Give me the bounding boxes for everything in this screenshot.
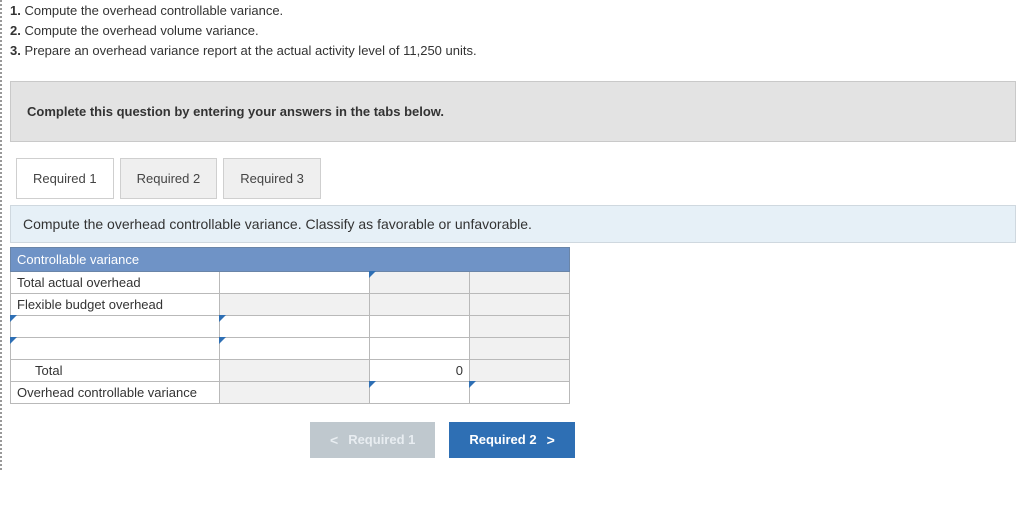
disabled-cell — [470, 272, 570, 294]
input-label-cell[interactable] — [10, 316, 220, 338]
next-tab-label: Required 2 — [469, 432, 536, 447]
tab-required-1[interactable]: Required 1 — [16, 158, 114, 199]
disabled-cell — [470, 360, 570, 382]
tabs-row: Required 1 Required 2 Required 3 — [10, 158, 1016, 199]
instruction-1-text: Compute the overhead controllable varian… — [21, 3, 283, 18]
total-value-cell: 0 — [370, 360, 470, 382]
row-label-flexible-budget: Flexible budget overhead — [10, 294, 220, 316]
disabled-cell — [220, 360, 370, 382]
table-row: Overhead controllable variance — [10, 382, 570, 404]
tab-instruction: Compute the overhead controllable varian… — [10, 205, 1016, 243]
prev-tab-button: < Required 1 — [310, 422, 435, 458]
input-cell[interactable] — [370, 338, 470, 360]
instruction-2-num: 2. — [10, 23, 21, 38]
next-tab-button[interactable]: Required 2 > — [449, 422, 574, 458]
disabled-cell — [220, 382, 370, 404]
table-row: Flexible budget overhead — [10, 294, 570, 316]
input-cell[interactable] — [220, 338, 370, 360]
instruction-list: 1. Compute the overhead controllable var… — [10, 0, 1016, 81]
tab-required-3[interactable]: Required 3 — [223, 158, 321, 199]
instruction-3-num: 3. — [10, 43, 21, 58]
disabled-cell — [370, 272, 470, 294]
prompt-banner: Complete this question by entering your … — [10, 81, 1016, 142]
table-header: Controllable variance — [10, 247, 570, 272]
input-cell[interactable] — [220, 272, 370, 294]
chevron-right-icon: > — [547, 432, 555, 448]
disabled-cell — [470, 338, 570, 360]
input-cell[interactable] — [470, 382, 570, 404]
disabled-cell — [220, 294, 370, 316]
table-row-total: Total 0 — [10, 360, 570, 382]
controllable-variance-table: Controllable variance Total actual overh… — [10, 247, 570, 404]
instruction-1-num: 1. — [10, 3, 21, 18]
input-cell[interactable] — [370, 316, 470, 338]
tab-nav-buttons: < Required 1 Required 2 > — [10, 422, 1016, 458]
input-cell[interactable] — [370, 382, 470, 404]
chevron-left-icon: < — [330, 432, 338, 448]
disabled-cell — [370, 294, 470, 316]
row-label-total: Total — [10, 360, 220, 382]
instruction-3-text: Prepare an overhead variance report at t… — [21, 43, 477, 58]
table-row: Total actual overhead — [10, 272, 570, 294]
row-label-controllable-variance: Overhead controllable variance — [10, 382, 220, 404]
row-label-actual-overhead: Total actual overhead — [10, 272, 220, 294]
input-label-cell[interactable] — [10, 338, 220, 360]
disabled-cell — [470, 294, 570, 316]
disabled-cell — [470, 316, 570, 338]
instruction-2-text: Compute the overhead volume variance. — [21, 23, 259, 38]
table-row — [10, 316, 570, 338]
tab-required-2[interactable]: Required 2 — [120, 158, 218, 199]
prev-tab-label: Required 1 — [348, 432, 415, 447]
input-cell[interactable] — [220, 316, 370, 338]
table-row — [10, 338, 570, 360]
